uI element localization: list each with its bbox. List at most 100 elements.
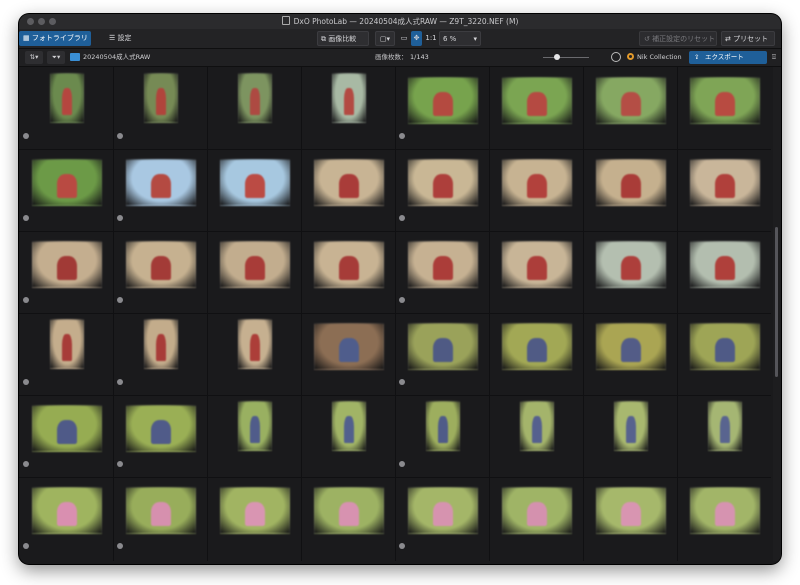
thumbnail-image[interactable] [502, 77, 572, 124]
thumbnail-cell[interactable] [583, 67, 677, 148]
thumbnail-image[interactable] [690, 323, 760, 370]
thumbnail-cell[interactable] [677, 149, 771, 230]
thumbnail-cell[interactable] [677, 313, 771, 394]
thumbnail-image[interactable] [314, 323, 384, 370]
thumbnail-cell[interactable] [489, 149, 583, 230]
thumbnail-cell[interactable] [19, 313, 113, 394]
thumbnail-image[interactable] [220, 159, 290, 206]
thumbnail-image[interactable] [238, 401, 272, 451]
thumbnail-cell[interactable] [207, 477, 301, 558]
thumbnail-image[interactable] [32, 487, 102, 534]
thumbnail-image[interactable] [32, 159, 102, 206]
preset-button[interactable]: ⇄ プリセット [721, 31, 775, 46]
thumbnail-cell[interactable] [207, 395, 301, 476]
compare-button[interactable]: ⧉ 画像比較 [317, 31, 369, 46]
thumbnail-cell[interactable] [301, 67, 395, 148]
thumbnail-cell[interactable] [677, 395, 771, 476]
thumbnail-image[interactable] [502, 323, 572, 370]
thumbnail-cell[interactable] [395, 313, 489, 394]
thumbnail-image[interactable] [332, 73, 366, 123]
sort-icon[interactable]: ⇅▾ [25, 51, 43, 64]
thumbnail-image[interactable] [126, 405, 196, 452]
thumbnail-image[interactable] [126, 159, 196, 206]
thumbnail-cell[interactable] [113, 313, 207, 394]
thumbnail-image[interactable] [596, 241, 666, 288]
thumbnail-cell[interactable] [19, 67, 113, 148]
thumbnail-image[interactable] [502, 487, 572, 534]
thumbnail-cell[interactable] [301, 477, 395, 558]
scrollbar-thumb[interactable] [775, 227, 778, 377]
export-button[interactable]: ⇪ エクスポート [689, 51, 767, 64]
nik-collection-button[interactable]: Nik Collection [625, 51, 685, 64]
thumbnail-image[interactable] [50, 319, 84, 369]
thumbnail-image[interactable] [408, 241, 478, 288]
thumbnail-image[interactable] [220, 487, 290, 534]
filter-icon[interactable]: ⏷▾ [47, 51, 65, 64]
move-icon[interactable]: ✥ [411, 31, 422, 46]
thumbnail-image[interactable] [520, 401, 554, 451]
thumbnail-image[interactable] [126, 487, 196, 534]
thumbnail-cell[interactable] [583, 477, 677, 558]
thumbnail-image[interactable] [596, 159, 666, 206]
thumbnail-image[interactable] [596, 323, 666, 370]
thumbnail-cell[interactable] [113, 231, 207, 312]
thumbnail-cell[interactable] [395, 149, 489, 230]
thumbnail-cell[interactable] [489, 395, 583, 476]
thumbnail-cell[interactable] [395, 477, 489, 558]
ratio-button[interactable]: 1:1 [424, 31, 438, 46]
thumbnail-image[interactable] [220, 241, 290, 288]
thumbnail-image[interactable] [314, 159, 384, 206]
thumbnail-cell[interactable] [583, 313, 677, 394]
thumbnail-image[interactable] [32, 241, 102, 288]
thumbnail-image[interactable] [144, 319, 178, 369]
thumbnail-cell[interactable] [113, 395, 207, 476]
thumbnail-cell[interactable] [113, 67, 207, 148]
thumbnail-cell[interactable] [395, 395, 489, 476]
thumbnail-cell[interactable] [113, 149, 207, 230]
thumbnail-cell[interactable] [395, 67, 489, 148]
thumbnail-cell[interactable] [113, 477, 207, 558]
slider-knob-icon[interactable] [554, 54, 560, 60]
thumbnail-image[interactable] [596, 487, 666, 534]
thumbnail-image[interactable] [238, 73, 272, 123]
thumbnail-image[interactable] [408, 487, 478, 534]
thumbnail-image[interactable] [32, 405, 102, 452]
thumbnail-image[interactable] [596, 77, 666, 124]
thumbnail-image[interactable] [426, 401, 460, 451]
thumbnail-image[interactable] [314, 487, 384, 534]
thumbnail-image[interactable] [708, 401, 742, 451]
thumbnail-cell[interactable] [677, 231, 771, 312]
reset-settings-button[interactable]: ↺ 補正設定のリセット [639, 31, 717, 46]
thumbnail-cell[interactable] [301, 149, 395, 230]
thumbnail-image[interactable] [690, 241, 760, 288]
scrollbar[interactable] [773, 67, 781, 561]
thumbnail-cell[interactable] [207, 313, 301, 394]
thumbnail-cell[interactable] [301, 313, 395, 394]
thumbnail-image[interactable] [408, 77, 478, 124]
thumbnail-cell[interactable] [207, 149, 301, 230]
thumbnail-cell[interactable] [489, 231, 583, 312]
thumbnail-cell[interactable] [19, 231, 113, 312]
thumbnail-cell[interactable] [395, 231, 489, 312]
thumbnail-cell[interactable] [19, 149, 113, 230]
thumbnail-image[interactable] [408, 323, 478, 370]
folder-name[interactable]: 20240504成人式RAW [83, 51, 150, 64]
thumbnail-cell[interactable] [583, 149, 677, 230]
zoom-select[interactable]: 6 % ▾ [439, 31, 481, 46]
thumbnail-cell[interactable] [677, 477, 771, 558]
thumbnail-image[interactable] [614, 401, 648, 451]
thumbnail-cell[interactable] [301, 395, 395, 476]
fit-icon[interactable]: ▭ [399, 31, 409, 46]
thumbnail-cell[interactable] [677, 67, 771, 148]
thumbnail-image[interactable] [50, 73, 84, 123]
thumbnail-image[interactable] [332, 401, 366, 451]
thumbnail-cell[interactable] [583, 395, 677, 476]
tab-settings[interactable]: ☰ 設定 [109, 31, 149, 46]
thumbnail-image[interactable] [314, 241, 384, 288]
thumbnail-image[interactable] [690, 77, 760, 124]
thumbnail-cell[interactable] [489, 313, 583, 394]
thumbnail-image[interactable] [126, 241, 196, 288]
thumbnail-cell[interactable] [489, 477, 583, 558]
thumbnail-size-slider[interactable] [543, 57, 589, 58]
thumbnail-image[interactable] [690, 159, 760, 206]
